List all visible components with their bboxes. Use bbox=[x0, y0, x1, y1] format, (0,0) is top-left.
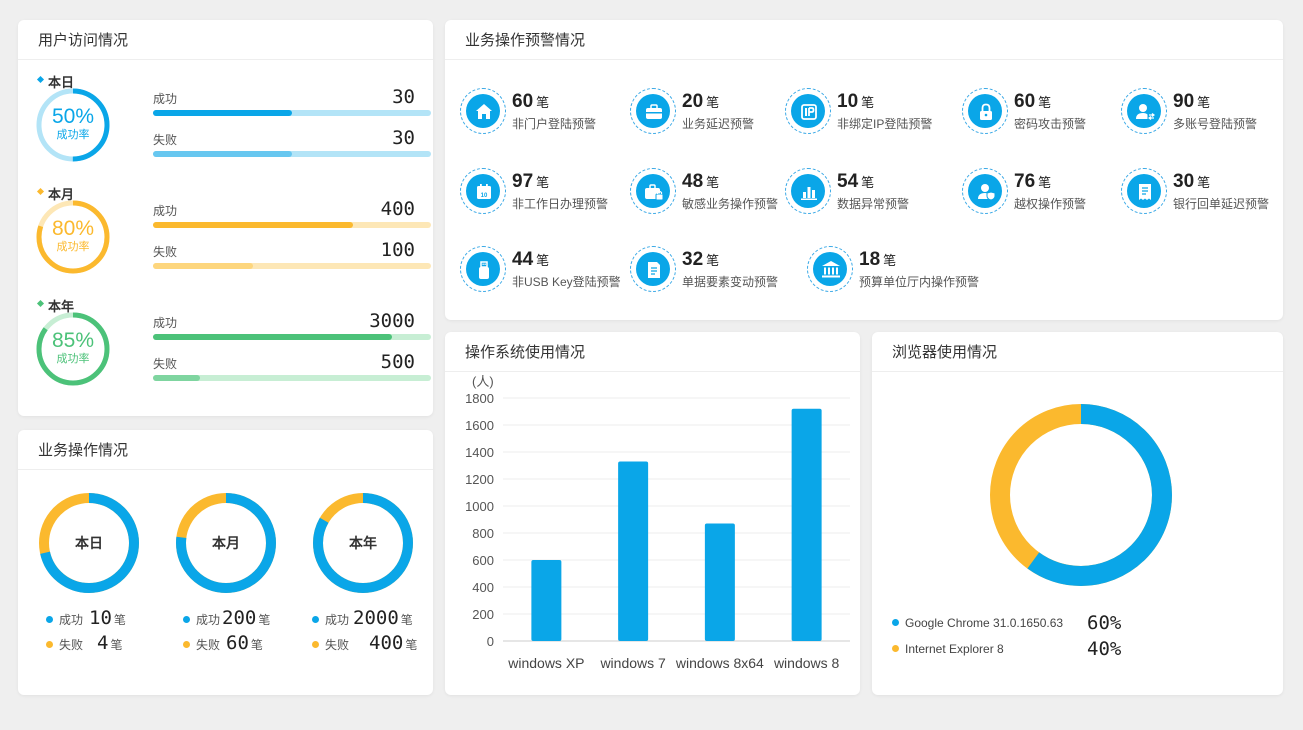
y-tick-label: 1400 bbox=[465, 445, 494, 460]
bar-chart-icon bbox=[801, 187, 817, 200]
warning-item[interactable]: 30 笔 银行回单延迟预警 bbox=[1121, 168, 1291, 218]
calendar-icon: 10 bbox=[477, 184, 491, 199]
success-rate-label: 成功率 bbox=[56, 241, 90, 253]
success-rate-value: 80% bbox=[51, 217, 95, 240]
donut-center-label: 本日 bbox=[75, 535, 103, 551]
user-shield-icon bbox=[978, 184, 996, 201]
y-tick-label: 1600 bbox=[465, 418, 494, 433]
fail-count: 500 bbox=[380, 351, 415, 373]
legend-success: 成功 2000 笔 bbox=[312, 607, 413, 629]
warnings-title: 业务操作预警情况 bbox=[445, 20, 1283, 60]
warning-item[interactable]: 44 笔 非USB Key登陆预警 bbox=[460, 246, 630, 296]
period-day: 本日 50% 成功率 成功 30 失败 30 bbox=[36, 72, 431, 172]
business-ops-title: 业务操作情况 bbox=[18, 430, 433, 470]
warning-item[interactable]: 32 笔 单据要素变动预警 bbox=[630, 246, 800, 296]
x-tick-label: windows 8x64 bbox=[675, 655, 764, 671]
success-count: 400 bbox=[380, 198, 415, 220]
warning-item[interactable]: 10 笔 非绑定IP登陆预警 bbox=[785, 88, 955, 138]
legend-fail: 失败 400 笔 bbox=[312, 632, 417, 654]
fail-count: 30 bbox=[392, 127, 415, 149]
warning-item[interactable]: 60 笔 密码攻击预警 bbox=[962, 88, 1132, 138]
os-usage-card: 操作系统使用情况 (人) 0 200 400 600 800 1000 1200 1400 160… bbox=[445, 332, 860, 695]
warning-item[interactable]: 48 笔 敏感业务操作预警 bbox=[630, 168, 800, 218]
y-tick-label: 0 bbox=[487, 634, 494, 649]
y-tick-label: 600 bbox=[472, 553, 494, 568]
bar bbox=[704, 523, 735, 641]
y-axis-unit: (人) bbox=[472, 374, 494, 389]
browser-usage-title: 浏览器使用情况 bbox=[872, 332, 1283, 372]
legend-success: 成功 200 笔 bbox=[183, 607, 270, 629]
success-count: 3000 bbox=[369, 310, 415, 332]
success-count: 30 bbox=[392, 86, 415, 108]
fail-count: 100 bbox=[380, 239, 415, 261]
os-usage-title: 操作系统使用情况 bbox=[445, 332, 860, 372]
y-tick-label: 1200 bbox=[465, 472, 494, 487]
x-tick-label: windows XP bbox=[507, 655, 584, 671]
user-access-title: 用户访问情况 bbox=[18, 20, 433, 60]
success-rate-value: 50% bbox=[51, 105, 95, 128]
success-rate-label: 成功率 bbox=[56, 129, 90, 141]
legend-success: 成功 10 笔 bbox=[46, 607, 126, 629]
bar bbox=[618, 461, 649, 641]
receipt-icon bbox=[1139, 184, 1151, 200]
user-access-card: 用户访问情况 本日 50% 成功率 成功 30 失败 30 本月 80% 成功率… bbox=[18, 20, 433, 416]
business-ops-card: 业务操作情况 本日 成功 10 笔 失败 4 笔 本月 成功 200 笔 失败 60 笔 本年 … bbox=[18, 430, 433, 695]
diamond-bullet-icon bbox=[36, 75, 45, 84]
success-bar: 成功 400 bbox=[153, 198, 431, 234]
y-tick-label: 800 bbox=[472, 526, 494, 541]
legend-ie: Internet Explorer 8 40% bbox=[892, 638, 1121, 664]
warning-item[interactable]: 20 笔 业务延迟预警 bbox=[630, 88, 800, 138]
warning-item[interactable]: 76 笔 越权操作预警 bbox=[962, 168, 1132, 218]
bar bbox=[791, 408, 822, 641]
donut-center-label: 本年 bbox=[349, 535, 377, 551]
period-month: 本月 80% 成功率 成功 400 失败 100 bbox=[36, 184, 431, 284]
legend-fail: 失败 60 笔 bbox=[183, 632, 263, 654]
period-year: 本年 85% 成功率 成功 3000 失败 500 bbox=[36, 296, 431, 396]
svg-text:10: 10 bbox=[481, 193, 488, 199]
warning-item[interactable]: 10 97 笔 非工作日办理预警 bbox=[460, 168, 630, 218]
home-icon bbox=[476, 104, 492, 119]
document-icon bbox=[648, 262, 660, 278]
lock-icon bbox=[980, 103, 992, 120]
usb-key-icon bbox=[479, 261, 489, 279]
y-tick-label: 200 bbox=[472, 607, 494, 622]
y-tick-label: 400 bbox=[472, 580, 494, 595]
fail-bar: 失败 100 bbox=[153, 239, 431, 275]
browser-usage-donut bbox=[990, 404, 1172, 586]
briefcase-icon bbox=[646, 104, 662, 119]
briefcase-lock-icon bbox=[645, 184, 664, 201]
os-usage-bar-chart: (人) 0 200 400 600 800 1000 1200 1400 1600 1800 wind… bbox=[465, 374, 850, 671]
warning-item[interactable]: 60 笔 非门户登陆预警 bbox=[460, 88, 630, 138]
warning-item[interactable]: 18 笔 预算单位厅内操作预警 bbox=[807, 246, 979, 296]
y-tick-label: 1800 bbox=[465, 391, 494, 406]
bank-icon bbox=[822, 261, 840, 278]
warning-item[interactable]: 90 笔 多账号登陆预警 bbox=[1121, 88, 1291, 138]
fail-bar: 失败 30 bbox=[153, 127, 431, 163]
diamond-bullet-icon bbox=[36, 299, 45, 308]
x-tick-label: windows 8 bbox=[773, 655, 840, 671]
fail-bar: 失败 500 bbox=[153, 351, 431, 387]
bar bbox=[531, 560, 562, 641]
warning-item[interactable]: 54 笔 数据异常预警 bbox=[785, 168, 955, 218]
success-rate-value: 85% bbox=[51, 329, 95, 352]
user-switch-icon bbox=[1136, 104, 1155, 120]
success-bar: 成功 30 bbox=[153, 86, 431, 122]
success-rate-label: 成功率 bbox=[56, 353, 90, 365]
ip-icon bbox=[801, 104, 817, 120]
legend-fail: 失败 4 笔 bbox=[46, 632, 122, 654]
diamond-bullet-icon bbox=[36, 187, 45, 196]
browser-usage-card: 浏览器使用情况 Google Chrome 31.0.1650.63 60% In… bbox=[872, 332, 1283, 695]
success-bar: 成功 3000 bbox=[153, 310, 431, 346]
legend-chrome: Google Chrome 31.0.1650.63 60% bbox=[892, 612, 1121, 638]
y-tick-label: 1000 bbox=[465, 499, 494, 514]
warnings-card: 业务操作预警情况 60 笔 非门户登陆预警 20 笔 业务延迟预警 10 笔 非绑定I… bbox=[445, 20, 1283, 320]
donut-center-label: 本月 bbox=[212, 535, 240, 551]
x-tick-label: windows 7 bbox=[599, 655, 666, 671]
